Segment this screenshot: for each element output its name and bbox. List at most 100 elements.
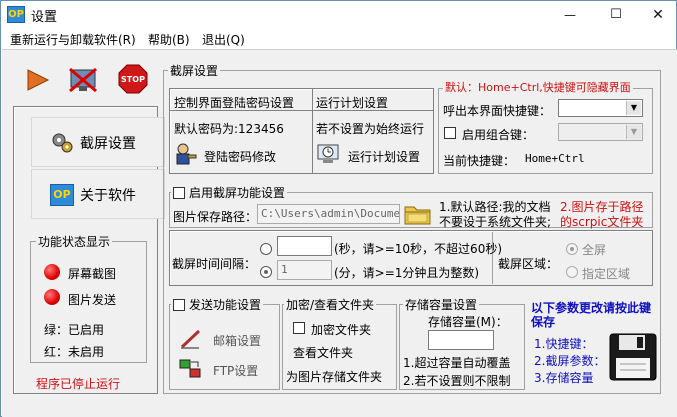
call-hotkey-label: 呼出本界面快捷键： <box>443 104 552 118</box>
path-input[interactable]: C:\Users\admin\Documents <box>257 204 400 224</box>
maximize-icon: ☐ <box>610 7 622 22</box>
ftp-settings-label: FTP设置 <box>213 364 259 378</box>
default-password-text: 默认密码为:123456 <box>174 122 284 136</box>
op-logo-icon: OP <box>50 184 74 206</box>
legend-green: 绿：已启用 <box>44 323 105 337</box>
capture-enable-checkbox[interactable] <box>173 187 185 199</box>
path-note-1b: 不要设于系统文件夹; <box>439 215 552 229</box>
minutes-radio[interactable] <box>260 266 272 278</box>
storage-note-2: 2.若不设置则不限制 <box>403 374 511 388</box>
screenshot-status-led <box>44 264 60 280</box>
play-icon <box>27 69 50 91</box>
save-item-capture: 2.截屏参数： <box>534 354 606 368</box>
no-screen-icon <box>69 67 97 93</box>
pencil-icon <box>180 329 201 349</box>
minutes-input[interactable]: 1 <box>277 260 332 280</box>
nav-capture-settings[interactable]: 截屏设置 <box>31 117 165 167</box>
seconds-input[interactable] <box>277 236 332 256</box>
interval-label: 截屏时间间隔： <box>172 257 257 271</box>
menu-exit[interactable]: 退出(Q) <box>202 31 245 48</box>
email-settings-button[interactable]: 邮箱设置 <box>179 328 269 350</box>
status-group-title: 功能状态显示 <box>36 233 113 250</box>
minimize-button[interactable]: — <box>555 3 585 27</box>
disable-capture-button[interactable] <box>68 66 100 94</box>
window-title: 设置 <box>31 10 58 25</box>
legend-red: 红：未启用 <box>44 345 105 359</box>
user-key-icon <box>176 143 197 165</box>
screenshot-status-label: 屏幕截图 <box>68 267 117 281</box>
full-screen-radio[interactable] <box>566 243 578 255</box>
login-header: 控制界面登陆密码设置 <box>174 96 295 110</box>
title-bar: OP 设置 — ☐ ✕ <box>1 1 676 29</box>
encrypt-folder-label: 加密文件夹 <box>311 323 372 337</box>
view-folder-link[interactable]: 查看文件夹 <box>293 344 353 361</box>
save-button[interactable] <box>608 332 658 382</box>
stop-sign-icon: STOP <box>118 64 148 94</box>
chevron-down-icon: ▼ <box>626 101 641 115</box>
menu-rerun-uninstall[interactable]: 重新运行与卸载软件(R) <box>10 31 136 48</box>
chevron-down-icon: ▼ <box>626 125 641 139</box>
nav-capture-settings-label: 截屏设置 <box>80 136 136 152</box>
specified-area-radio[interactable] <box>566 266 578 278</box>
storage-note-1: 1.超过容量自动覆盖 <box>403 356 511 370</box>
save-header: 以下参数更改请按此键保存 <box>531 301 652 329</box>
schedule-button-label: 运行计划设置 <box>348 150 421 164</box>
stopped-status-text: 程序已停止运行 <box>36 377 121 391</box>
floppy-disk-icon <box>609 333 657 381</box>
specified-area-label: 指定区域 <box>582 267 631 281</box>
seconds-note: (秒，请>=10秒，不超过60秒) <box>334 242 503 256</box>
menu-help[interactable]: 帮助(B) <box>148 31 190 48</box>
capacity-input[interactable] <box>428 330 494 350</box>
path-label: 图片保存路径： <box>173 210 258 224</box>
encrypt-folder-checkbox[interactable] <box>293 322 305 334</box>
maximize-button[interactable]: ☐ <box>601 3 631 27</box>
encrypt-group-title: 加密/查看文件夹 <box>284 296 377 313</box>
hotkey-default-note: 默认：Home+Ctrl,快捷键可隐藏界面 <box>443 79 633 95</box>
schedule-button[interactable]: 运行计划设置 <box>316 142 428 166</box>
ftp-transfer-icon <box>179 359 201 378</box>
modify-password-button[interactable]: 登陆密码修改 <box>174 142 294 166</box>
menu-bar: 重新运行与卸载软件(R) 帮助(B) 退出(Q) <box>1 29 676 49</box>
schedule-monitor-icon <box>317 144 339 163</box>
combo-key-select[interactable]: ▼ <box>558 123 643 141</box>
app-icon: OP <box>7 6 25 23</box>
nav-about[interactable]: OP 关于软件 <box>31 169 165 219</box>
send-status-led <box>44 289 60 305</box>
hotkey-select[interactable]: ▼ <box>558 99 643 117</box>
seconds-radio[interactable] <box>260 243 272 255</box>
capture-enable-legend: 启用截屏功能设置 <box>171 184 288 201</box>
settings-window: OP 设置 — ☐ ✕ 重新运行与卸载软件(R) 帮助(B) 退出(Q) STO <box>0 0 677 417</box>
full-screen-label: 全屏 <box>582 243 607 257</box>
email-settings-label: 邮箱设置 <box>213 334 262 348</box>
send-enable-checkbox[interactable] <box>173 299 185 311</box>
for-image-folder-label: 为图片存储文件夹 <box>286 370 383 384</box>
capacity-label: 存储容量(M)： <box>428 315 508 329</box>
send-enable-legend: 发送功能设置 <box>171 296 264 313</box>
modify-password-label: 登陆密码修改 <box>204 150 277 164</box>
client-area: STOP 截屏设置 OP 关于软件 功能状态显示 屏幕截图 图片发送 绿：已启用… <box>2 49 677 417</box>
send-status-label: 图片发送 <box>68 293 117 307</box>
ftp-settings-button[interactable]: FTP设置 <box>179 358 269 380</box>
nav-about-label: 关于软件 <box>80 188 136 204</box>
save-item-hotkey: 1.快捷键： <box>534 337 594 351</box>
radio-selected-dot <box>570 247 574 251</box>
area-label: 截屏区域： <box>498 257 559 271</box>
left-panel: 截屏设置 OP 关于软件 功能状态显示 屏幕截图 图片发送 绿：已启用 红：未启… <box>13 106 165 394</box>
combo-key-checkbox[interactable] <box>444 127 456 139</box>
schedule-header: 运行计划设置 <box>316 96 389 110</box>
stop-button[interactable]: STOP <box>118 64 148 94</box>
minimize-icon: — <box>564 8 576 22</box>
svg-text:STOP: STOP <box>121 75 145 84</box>
storage-group-title: 存储容量设置 <box>403 296 480 313</box>
capture-enable-label: 启用截屏功能设置 <box>189 186 286 200</box>
save-item-storage: 3.存储容量 <box>534 371 594 385</box>
combo-key-label: 启用组合键： <box>462 128 535 142</box>
gears-icon <box>52 133 73 153</box>
close-button[interactable]: ✕ <box>643 3 673 27</box>
start-button[interactable] <box>24 66 52 94</box>
capture-settings-title: 截屏设置 <box>168 62 221 79</box>
divider <box>312 88 313 174</box>
send-enable-label: 发送功能设置 <box>189 298 262 312</box>
path-note-2b: 的scrpic文件夹 <box>560 215 644 229</box>
folder-icon[interactable] <box>403 200 433 226</box>
